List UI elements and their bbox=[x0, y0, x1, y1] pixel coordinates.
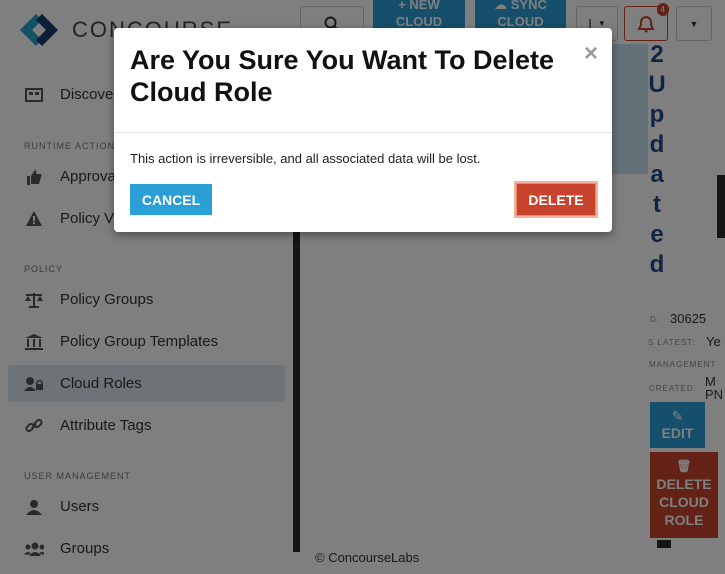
modal-title: Are You Sure You Want To Delete Cloud Ro… bbox=[130, 45, 555, 107]
close-icon[interactable]: × bbox=[584, 40, 598, 68]
modal-divider bbox=[114, 132, 612, 133]
delete-button[interactable]: DELETE bbox=[516, 183, 596, 216]
cancel-button[interactable]: CANCEL bbox=[130, 184, 212, 215]
modal-message: This action is irreversible, and all ass… bbox=[130, 151, 481, 166]
confirm-delete-modal: Are You Sure You Want To Delete Cloud Ro… bbox=[114, 28, 612, 232]
